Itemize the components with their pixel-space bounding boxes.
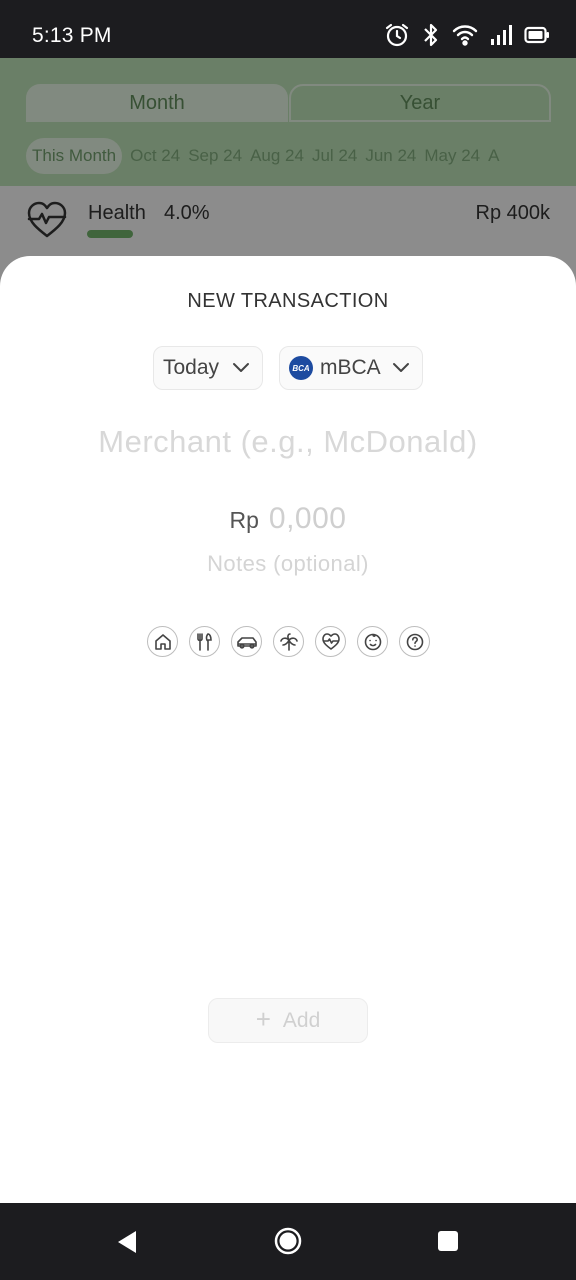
account-selector[interactable]: BCA mBCA: [279, 346, 423, 390]
amount-field[interactable]: Rp 0,000: [0, 502, 576, 536]
category-other[interactable]: [399, 626, 430, 657]
date-label: Today: [163, 356, 220, 379]
new-transaction-sheet: NEW TRANSACTION Today BCA mBCA Merchant …: [0, 256, 576, 1203]
back-icon[interactable]: [115, 1229, 139, 1255]
navigation-bar: [0, 1203, 576, 1280]
alarm-icon: [385, 23, 409, 47]
account-label: mBCA: [320, 356, 381, 379]
palm-tree-icon: [279, 632, 298, 651]
status-bar: 5:13 PM: [0, 0, 576, 58]
merchant-input[interactable]: Merchant (e.g., McDonald): [0, 424, 576, 460]
heart-pulse-icon: [321, 632, 340, 650]
category-food[interactable]: [189, 626, 220, 657]
chevron-down-icon: [393, 363, 409, 372]
date-selector[interactable]: Today: [153, 346, 263, 390]
amount-input[interactable]: 0,000: [269, 502, 347, 536]
plus-icon: +: [255, 1004, 271, 1034]
category-home[interactable]: [147, 626, 178, 657]
chevron-down-icon: [233, 363, 249, 372]
bca-logo: BCA: [289, 356, 313, 380]
baby-icon: [364, 633, 381, 650]
battery-icon: [524, 26, 549, 44]
home-icon: [154, 633, 171, 650]
status-icons: [384, 22, 550, 48]
food-icon: [196, 632, 212, 651]
notes-input[interactable]: Notes (optional): [0, 551, 576, 577]
bluetooth-icon: [424, 23, 438, 47]
question-icon: [406, 633, 423, 650]
add-button[interactable]: + Add: [208, 998, 368, 1043]
status-time: 5:13 PM: [32, 24, 112, 47]
sheet-title: NEW TRANSACTION: [187, 290, 389, 312]
category-picker: [147, 626, 430, 657]
add-label: Add: [282, 1008, 321, 1032]
category-baby[interactable]: [357, 626, 388, 657]
category-transport[interactable]: [231, 626, 262, 657]
signal-icon: [491, 25, 512, 45]
category-vacation[interactable]: [273, 626, 304, 657]
recents-icon[interactable]: [437, 1230, 459, 1252]
car-icon: [236, 636, 257, 649]
home-icon[interactable]: [274, 1227, 302, 1255]
currency-label: Rp: [229, 507, 259, 533]
category-health[interactable]: [315, 626, 346, 657]
wifi-icon: [452, 25, 478, 46]
